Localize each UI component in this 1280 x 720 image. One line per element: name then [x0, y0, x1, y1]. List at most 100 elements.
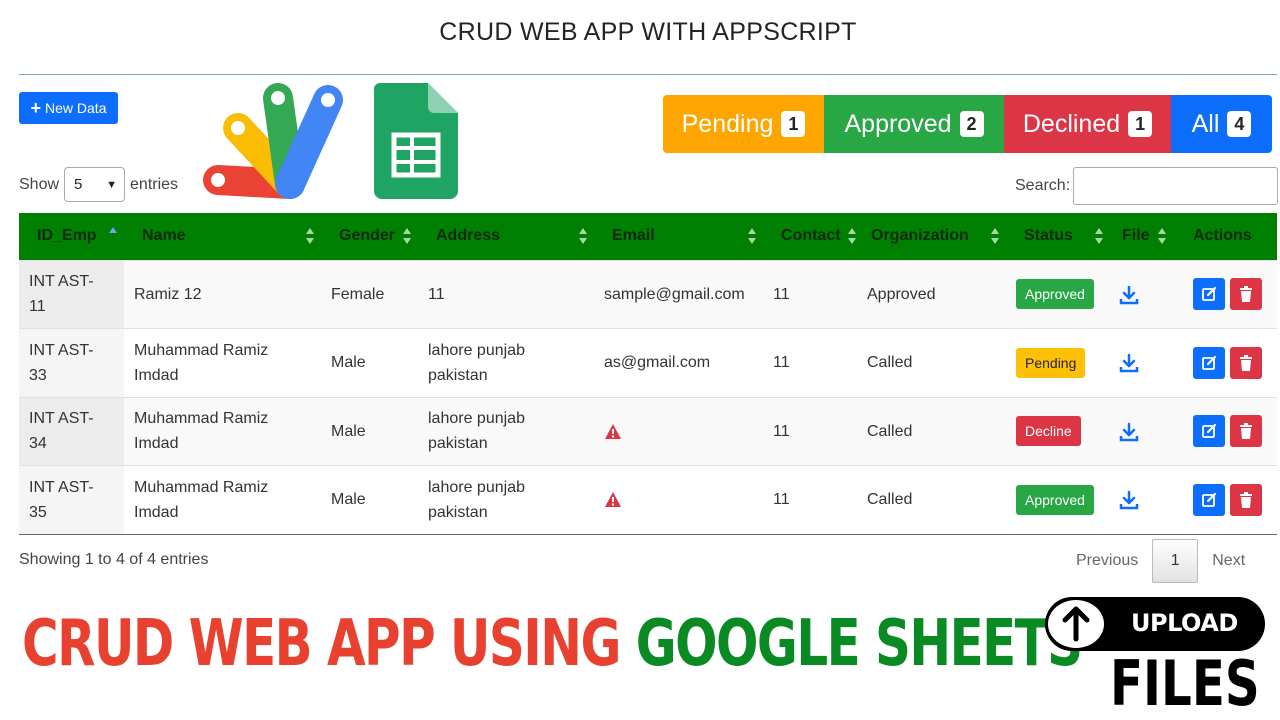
cell-address: lahore punjab pakistan [418, 396, 594, 466]
col-header-label: Actions [1193, 227, 1252, 245]
data-table: ID_Emp Name Gender Address Email Contact… [19, 213, 1277, 535]
col-header-actions: Actions [1173, 213, 1277, 260]
filter-declined-button[interactable]: Declined 1 [1004, 95, 1171, 153]
sort-icon [747, 228, 757, 245]
edit-button[interactable] [1193, 346, 1225, 379]
download-icon[interactable] [1118, 489, 1140, 511]
cell-actions [1173, 328, 1277, 397]
col-header-label: File [1122, 227, 1150, 245]
delete-button[interactable] [1230, 346, 1262, 379]
cell-address: 11 [418, 259, 594, 329]
edit-icon [1202, 492, 1217, 507]
edit-button[interactable] [1193, 278, 1225, 311]
col-header-organization[interactable]: Organization [863, 213, 1006, 260]
sort-icon [990, 228, 1000, 245]
count-badge: 1 [1128, 111, 1153, 137]
col-header-id[interactable]: ID_Emp [19, 213, 124, 260]
col-header-label: Contact [781, 227, 841, 245]
table-header-row: ID_Emp Name Gender Address Email Contact… [19, 213, 1277, 260]
chevron-down-icon: ▼ [106, 178, 118, 191]
title-divider [19, 74, 1277, 75]
col-header-status[interactable]: Status [1006, 213, 1110, 260]
col-header-address[interactable]: Address [418, 213, 594, 260]
col-header-contact[interactable]: Contact [763, 213, 863, 260]
apps-script-logo-icon [203, 83, 343, 199]
new-data-label: New Data [45, 100, 107, 116]
warning-icon [605, 423, 621, 439]
table-row: INT AST-11 Ramiz 12 Female 11 sample@gma… [19, 259, 1277, 329]
filter-pending-button[interactable]: Pending 1 [663, 95, 824, 153]
upload-label: UPLOAD [1131, 609, 1238, 637]
search-control: Search: [1015, 167, 1279, 205]
app-title: CRUD WEB APP WITH APPSCRIPT [439, 18, 857, 46]
col-header-label: Gender [339, 227, 396, 245]
cell-organization: Approved [863, 259, 1006, 329]
filter-label: Approved [844, 109, 952, 138]
cell-name: Ramiz 12 [124, 259, 321, 329]
cell-contact: 11 [763, 328, 863, 397]
col-header-gender[interactable]: Gender [321, 213, 418, 260]
plus-icon: + [30, 98, 42, 118]
status-badge: Decline [1016, 416, 1081, 447]
edit-icon [1202, 287, 1217, 302]
page-1-button[interactable]: 1 [1152, 539, 1199, 583]
download-icon[interactable] [1118, 284, 1140, 306]
cell-address: lahore punjab pakistan [418, 328, 594, 397]
delete-button[interactable] [1230, 415, 1262, 448]
cell-gender: Male [321, 328, 418, 397]
edit-button[interactable] [1193, 415, 1225, 448]
cell-actions [1173, 465, 1277, 535]
col-header-file[interactable]: File [1110, 213, 1173, 260]
search-label: Search: [1015, 177, 1071, 194]
filter-label: Declined [1022, 109, 1121, 138]
cell-email: as@gmail.com [594, 328, 763, 397]
cell-email [594, 396, 763, 466]
download-icon[interactable] [1118, 421, 1140, 443]
sort-icon [1157, 228, 1167, 245]
cell-email: sample@gmail.com [594, 259, 763, 329]
sort-icon [305, 228, 315, 245]
delete-button[interactable] [1230, 483, 1262, 516]
entries-label: entries [130, 175, 179, 193]
cell-id: INT AST-11 [19, 259, 124, 329]
count-badge: 1 [781, 111, 806, 137]
cell-contact: 11 [763, 396, 863, 466]
google-sheets-logo-icon [374, 83, 458, 199]
search-input[interactable] [1073, 167, 1279, 205]
trash-icon [1240, 286, 1252, 303]
trash-icon [1240, 423, 1252, 440]
cell-gender: Female [321, 259, 418, 329]
col-header-label: Address [436, 227, 501, 245]
cell-name: Muhammad Ramiz Imdad [124, 465, 321, 535]
count-badge: 4 [1227, 111, 1252, 137]
entries-select[interactable]: 5 ▼ [64, 167, 126, 202]
delete-button[interactable] [1230, 278, 1262, 311]
cell-contact: 11 [763, 259, 863, 329]
headline-part-1: CRUD WEB APP USING [22, 607, 622, 681]
status-badge: Pending [1016, 347, 1086, 378]
trash-icon [1240, 491, 1252, 508]
status-badge: Approved [1016, 484, 1094, 515]
upload-badge: UPLOAD [1045, 597, 1265, 651]
status-filter-group: Pending 1 Approved 2 Declined 1 All 4 [663, 95, 1272, 153]
show-label: Show [19, 175, 60, 193]
new-data-button[interactable]: + New Data [19, 92, 118, 124]
next-button[interactable]: Next [1198, 539, 1259, 583]
col-header-label: Organization [871, 227, 969, 245]
sort-icon [847, 228, 857, 245]
cell-status: Approved [1006, 259, 1110, 329]
col-header-email[interactable]: Email [594, 213, 763, 260]
pagination: Previous 1 Next [1062, 539, 1259, 583]
previous-button[interactable]: Previous [1062, 539, 1152, 583]
edit-button[interactable] [1193, 483, 1225, 516]
banner-headline: CRUD WEB APP USING GOOGLE SHEETS [22, 604, 1083, 684]
entries-length-control: Show 5 ▼ entries [19, 167, 178, 202]
cell-gender: Male [321, 465, 418, 535]
download-icon[interactable] [1118, 352, 1140, 374]
col-header-name[interactable]: Name [124, 213, 321, 260]
cell-status: Pending [1006, 328, 1110, 397]
filter-approved-button[interactable]: Approved 2 [824, 95, 1004, 153]
filter-all-button[interactable]: All 4 [1171, 95, 1272, 153]
cell-name: Muhammad Ramiz Imdad [124, 396, 321, 466]
cell-organization: Called [863, 396, 1006, 466]
